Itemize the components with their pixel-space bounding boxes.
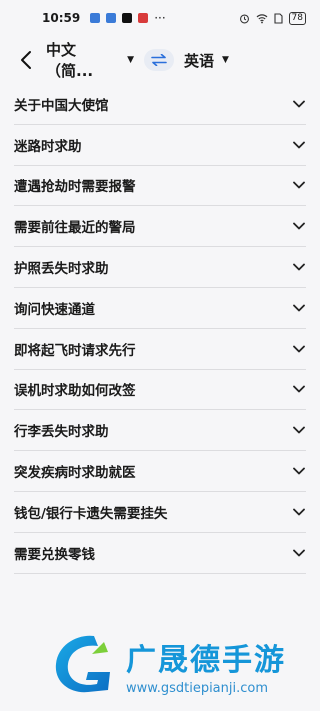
- more-notifications: ···: [154, 11, 166, 25]
- phrase-category-label: 钱包/银行卡遗失需要挂失: [14, 505, 168, 522]
- caret-down-icon: ▼: [222, 55, 229, 65]
- chevron-down-icon[interactable]: [292, 423, 306, 437]
- alarm-icon: [239, 13, 249, 23]
- phrase-category-label: 需要兑换零钱: [14, 546, 95, 563]
- app-notification-icon: [90, 13, 101, 23]
- app-notification-icon: [106, 13, 117, 23]
- phrase-category-row[interactable]: 关于中国大使馆: [14, 84, 306, 125]
- phrase-category-row[interactable]: 遭遇抢劫时需要报警: [14, 166, 306, 207]
- caret-down-icon: ▼: [127, 55, 134, 65]
- phrase-category-row[interactable]: 需要兑换零钱: [14, 533, 306, 574]
- chevron-down-icon[interactable]: [292, 260, 306, 274]
- app-notification-icon: [138, 13, 149, 23]
- phrase-category-label: 遭遇抢劫时需要报警: [14, 179, 136, 196]
- phrase-category-row[interactable]: 钱包/银行卡遗失需要挂失: [14, 492, 306, 533]
- phrase-category-label: 误机时求助如何改签: [14, 383, 136, 400]
- tiktok-icon: [122, 13, 133, 23]
- chevron-down-icon[interactable]: [292, 546, 306, 560]
- header: 中文（简... ▼ 英语 ▼: [0, 36, 320, 84]
- chevron-down-icon[interactable]: [292, 301, 306, 315]
- sim-icon: [273, 12, 283, 24]
- phrase-category-row[interactable]: 突发疾病时求助就医: [14, 451, 306, 492]
- phrase-category-label: 迷路时求助: [14, 138, 82, 155]
- notification-icons: ···: [90, 11, 166, 25]
- status-time: 10:59: [42, 11, 81, 25]
- chevron-down-icon[interactable]: [292, 138, 306, 152]
- chevron-down-icon[interactable]: [292, 505, 306, 519]
- battery-icon: 78: [288, 11, 306, 25]
- swap-languages-button[interactable]: [144, 49, 174, 71]
- phrase-category-row[interactable]: 即将起飞时请求先行: [14, 329, 306, 370]
- phrase-category-label: 询问快速通道: [14, 301, 95, 318]
- watermark: 广晟德手游 www.gsdtiepianji.com: [48, 630, 286, 700]
- phrase-category-label: 突发疾病时求助就医: [14, 465, 136, 482]
- source-language-select[interactable]: 中文（简... ▼: [46, 39, 134, 81]
- phrase-category-row[interactable]: 行李丢失时求助: [14, 410, 306, 452]
- chevron-down-icon[interactable]: [292, 342, 306, 356]
- phrase-category-label: 关于中国大使馆: [14, 97, 109, 114]
- swap-icon: [151, 54, 167, 66]
- phrase-category-label: 护照丢失时求助: [14, 261, 109, 278]
- chevron-down-icon[interactable]: [292, 97, 306, 111]
- chevron-down-icon[interactable]: [292, 464, 306, 478]
- source-language-label: 中文（简...: [46, 41, 94, 80]
- chevron-down-icon[interactable]: [292, 382, 306, 396]
- status-right: 78: [239, 11, 306, 25]
- watermark-logo-icon: [55, 635, 110, 693]
- chevron-down-icon[interactable]: [292, 178, 306, 192]
- chevron-down-icon[interactable]: [292, 219, 306, 233]
- phrase-category-row[interactable]: 迷路时求助: [14, 125, 306, 166]
- phrase-category-row[interactable]: 需要前往最近的警局: [14, 206, 306, 248]
- target-language-label: 英语: [184, 51, 215, 70]
- phrase-category-label: 需要前往最近的警局: [14, 220, 136, 237]
- watermark-url: www.gsdtiepianji.com: [126, 680, 269, 696]
- status-bar: 10:59 ··· 78: [0, 0, 320, 36]
- wifi-icon: [256, 13, 267, 23]
- phrase-category-list: 关于中国大使馆 迷路时求助遭遇抢劫时需要报警 需要前往最近的警局 护照丢失时求助 询问快…: [0, 84, 320, 574]
- phrase-category-row[interactable]: 询问快速通道: [14, 288, 306, 329]
- phrase-category-row[interactable]: 护照丢失时求助: [14, 247, 306, 288]
- watermark-title: 广晟德手游: [126, 642, 286, 678]
- back-icon[interactable]: [20, 48, 40, 72]
- phrase-category-row[interactable]: 误机时求助如何改签: [14, 370, 306, 411]
- phrase-category-label: 即将起飞时请求先行: [14, 342, 136, 359]
- phrase-category-label: 行李丢失时求助: [14, 424, 109, 441]
- target-language-select[interactable]: 英语 ▼: [184, 50, 229, 71]
